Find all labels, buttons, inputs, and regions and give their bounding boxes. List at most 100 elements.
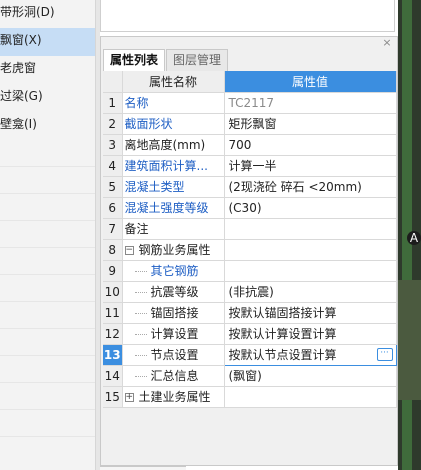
row-number: 1 xyxy=(103,92,123,114)
property-row[interactable]: 12 计算设置 按默认计算设置计算 xyxy=(103,323,397,345)
row-number: 7 xyxy=(103,218,123,240)
property-value-text: 按默认计算设置计算 xyxy=(228,327,337,341)
property-value[interactable]: 矩形飘窗 xyxy=(224,113,397,135)
grid-header-corner xyxy=(103,71,123,93)
property-name[interactable]: 锚固搭接 xyxy=(122,302,225,324)
property-value-text: 按默认节点设置计算 xyxy=(228,348,337,362)
property-name[interactable]: 抗震等级 xyxy=(122,281,225,303)
menu-empty-row xyxy=(0,167,95,194)
ellipsis-button[interactable]: ··· xyxy=(376,347,393,361)
property-row[interactable]: 6 混凝土强度等级 (C30) xyxy=(103,197,397,219)
menu-empty-row xyxy=(0,275,95,302)
tab-property-list[interactable]: 属性列表 xyxy=(103,49,166,71)
row-number: 11 xyxy=(103,302,123,324)
property-value[interactable] xyxy=(224,239,397,261)
property-row[interactable]: 14 汇总信息 (飘窗) xyxy=(103,365,397,387)
menu-item-strip-opening[interactable]: 带形洞(D) xyxy=(0,0,95,28)
property-value[interactable]: 按默认锚固搭接计算 xyxy=(224,302,397,324)
menu-empty-row xyxy=(0,329,95,356)
property-name[interactable]: 混凝土类型 xyxy=(122,176,225,198)
3d-viewport[interactable]: A xyxy=(398,0,421,470)
grid-header-value[interactable]: 属性值 xyxy=(224,71,397,93)
property-name[interactable]: + 土建业务属性 xyxy=(122,386,225,408)
property-value-text: (2现浇砼 碎石 <20mm) xyxy=(228,180,362,194)
viewport-slab-shape xyxy=(398,280,421,400)
property-value-editor[interactable]: 按默认节点设置计算 ··· xyxy=(223,343,397,366)
close-icon[interactable]: × xyxy=(381,37,393,49)
property-value[interactable]: TC2117 xyxy=(224,92,397,114)
property-grid: 属性名称 属性值 1 名称 TC2117 2 截面形状 矩形飘窗 3 离地高度(mm) 700 4… xyxy=(103,71,397,408)
property-row[interactable]: 4 建筑面积计算... 计算一半 xyxy=(103,155,397,177)
row-number: 5 xyxy=(103,176,123,198)
left-component-menu: 带形洞(D) 飘窗(X) 老虎窗 过梁(G) 壁龛(I) xyxy=(0,0,96,470)
property-name-label: 名称 xyxy=(124,96,149,110)
property-value-text: (非抗震) xyxy=(228,285,274,299)
property-name-label: 节点设置 xyxy=(150,348,199,362)
collapse-icon[interactable]: − xyxy=(124,246,134,255)
tree-connector xyxy=(134,376,147,377)
tree-connector xyxy=(134,292,147,293)
property-row[interactable]: 10 抗震等级 (非抗震) xyxy=(103,281,397,303)
property-row[interactable]: 8− 钢筋业务属性 xyxy=(103,239,397,261)
property-name[interactable]: 节点设置 xyxy=(122,344,225,366)
property-panel: × 属性列表 图层管理 属性名称 属性值 1 名称 TC2117 2 截面形状 矩形飘窗 3… xyxy=(100,36,398,466)
property-name[interactable]: 建筑面积计算... xyxy=(122,155,225,177)
property-value[interactable]: 计算一半 xyxy=(224,155,397,177)
property-name-label: 计算设置 xyxy=(150,327,199,341)
menu-empty-row xyxy=(0,302,95,329)
row-number: 9 xyxy=(103,260,123,282)
property-name[interactable]: 其它钢筋 xyxy=(122,260,225,282)
menu-item-bay-window[interactable]: 飘窗(X) xyxy=(0,28,95,56)
menu-item-niche[interactable]: 壁龛(I) xyxy=(0,112,95,140)
menu-empty-row xyxy=(0,221,95,248)
property-value[interactable]: 700 xyxy=(224,134,397,156)
property-value[interactable] xyxy=(224,386,397,408)
expand-icon[interactable]: + xyxy=(124,393,134,402)
property-name[interactable]: 名称 xyxy=(122,92,225,114)
property-name[interactable]: 汇总信息 xyxy=(122,365,225,387)
property-row[interactable]: 2 截面形状 矩形飘窗 xyxy=(103,113,397,135)
menu-empty-row xyxy=(0,410,95,437)
property-value[interactable] xyxy=(224,260,397,282)
property-value[interactable]: (飘窗) xyxy=(224,365,397,387)
property-row[interactable]: 9 其它钢筋 xyxy=(103,260,397,282)
row-number: 2 xyxy=(103,113,123,135)
row-number: 15 xyxy=(103,386,123,408)
property-name-label: 截面形状 xyxy=(124,117,173,131)
bottom-edge xyxy=(100,466,186,470)
property-value-text: 计算一半 xyxy=(228,159,277,173)
property-name[interactable]: 备注 xyxy=(122,218,225,240)
menu-item-lintel[interactable]: 过梁(G) xyxy=(0,84,95,112)
property-name[interactable]: 离地高度(mm) xyxy=(122,134,225,156)
property-row[interactable]: 15 + 土建业务属性 xyxy=(103,386,397,408)
component-list-panel xyxy=(100,0,395,32)
menu-empty-row xyxy=(0,356,95,383)
property-row[interactable]: 3 离地高度(mm) 700 xyxy=(103,134,397,156)
property-row[interactable]: 5 混凝土类型 (2现浇砼 碎石 <20mm) xyxy=(103,176,397,198)
property-name[interactable]: 截面形状 xyxy=(122,113,225,135)
property-name-label: 抗震等级 xyxy=(150,285,199,299)
property-row[interactable]: 13 节点设置 按默认节点设置计算 ··· xyxy=(103,343,397,366)
property-name-label: 锚固搭接 xyxy=(150,306,199,320)
property-value[interactable]: (C30) xyxy=(224,197,397,219)
row-number: 10 xyxy=(103,281,123,303)
property-name-label: 混凝土强度等级 xyxy=(124,201,209,215)
property-name[interactable]: − 钢筋业务属性 xyxy=(122,239,225,261)
property-value-text: (飘窗) xyxy=(228,369,262,383)
menu-item-dormer-window[interactable]: 老虎窗 xyxy=(0,56,95,84)
property-name-label: 备注 xyxy=(124,222,149,236)
property-value[interactable]: (2现浇砼 碎石 <20mm) xyxy=(224,176,397,198)
property-value-text: 按默认锚固搭接计算 xyxy=(228,306,337,320)
grid-header-name[interactable]: 属性名称 xyxy=(122,71,225,93)
property-value[interactable]: 按默认计算设置计算 xyxy=(224,323,397,345)
menu-empty-row xyxy=(0,140,95,167)
property-value[interactable] xyxy=(224,218,397,240)
property-row[interactable]: 1 名称 TC2117 xyxy=(103,92,397,114)
tab-layer-management[interactable]: 图层管理 xyxy=(166,49,229,71)
tree-connector xyxy=(134,271,147,272)
property-name[interactable]: 混凝土强度等级 xyxy=(122,197,225,219)
property-name[interactable]: 计算设置 xyxy=(122,323,225,345)
property-row[interactable]: 11 锚固搭接 按默认锚固搭接计算 xyxy=(103,302,397,324)
property-value[interactable]: (非抗震) xyxy=(224,281,397,303)
property-row[interactable]: 7 备注 xyxy=(103,218,397,240)
